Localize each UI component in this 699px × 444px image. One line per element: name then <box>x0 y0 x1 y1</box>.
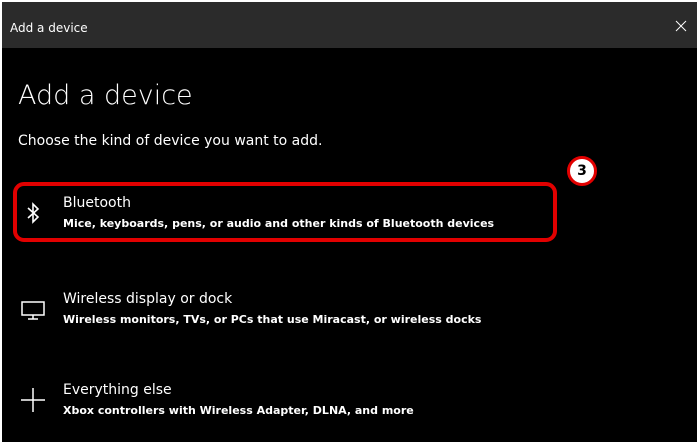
bluetooth-option-description: Mice, keyboards, pens, or audio and othe… <box>63 217 495 230</box>
window-title: Add a device <box>10 21 88 35</box>
bluetooth-option[interactable]: Bluetooth Mice, keyboards, pens, or audi… <box>10 182 558 244</box>
plus-icon <box>10 380 56 420</box>
page-subtitle: Choose the kind of device you want to ad… <box>18 133 323 149</box>
close-icon <box>675 20 687 32</box>
step-number-badge: 3 <box>567 156 597 186</box>
page-heading: Add a device <box>18 80 193 111</box>
everything-else-option-description: Xbox controllers with Wireless Adapter, … <box>63 404 414 417</box>
bluetooth-option-title: Bluetooth <box>63 195 131 211</box>
wireless-display-option-description: Wireless monitors, TVs, or PCs that use … <box>63 313 482 326</box>
add-device-window: Add a device Add a device Choose the kin… <box>2 2 697 442</box>
everything-else-option[interactable]: Everything else Xbox controllers with Wi… <box>10 374 558 436</box>
wireless-display-option-title: Wireless display or dock <box>63 291 233 307</box>
monitor-icon <box>10 290 56 330</box>
bluetooth-icon <box>10 193 56 233</box>
everything-else-option-title: Everything else <box>63 382 172 398</box>
close-button[interactable] <box>665 10 697 42</box>
wireless-display-option[interactable]: Wireless display or dock Wireless monito… <box>10 284 558 346</box>
title-bar: Add a device <box>2 2 697 48</box>
